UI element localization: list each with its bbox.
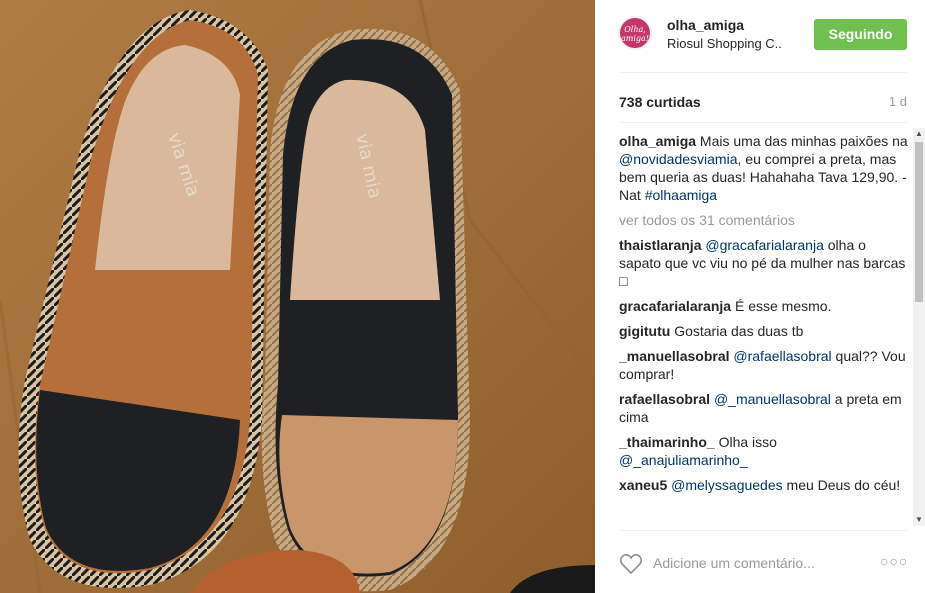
- comment-author[interactable]: _manuellasobral: [619, 348, 730, 364]
- following-button[interactable]: Seguindo: [814, 19, 907, 50]
- comment-text: Olha isso: [714, 434, 777, 450]
- mention-link[interactable]: @rafaellasobral: [733, 348, 831, 364]
- mention-link[interactable]: @_manuellasobral: [714, 391, 831, 407]
- comment-author[interactable]: _thaimarinho_: [619, 434, 715, 450]
- hashtag-link[interactable]: #olhaamiga: [645, 187, 717, 203]
- post-header: Olha, amiga! olha_amiga Riosul Shopping …: [595, 0, 925, 72]
- list-item: _thaimarinho_ Olha isso @_anajuliamarinh…: [619, 433, 909, 469]
- list-item: gracafarialaranja É esse mesmo.: [619, 297, 909, 315]
- mention-link[interactable]: @novidadesviamia: [619, 151, 738, 167]
- comment-input[interactable]: [653, 553, 873, 573]
- view-all-comments-link[interactable]: ver todos os 31 comentários: [619, 211, 909, 229]
- avatar[interactable]: Olha, amiga!: [618, 16, 652, 50]
- comment-author[interactable]: gigitutu: [619, 323, 670, 339]
- list-item: rafaellasobral @_manuellasobral a preta …: [619, 390, 909, 426]
- header-divider: [619, 72, 907, 73]
- list-item: xaneu5 @melyssaguedes meu Deus do céu!: [619, 476, 909, 494]
- stats-divider: [619, 122, 907, 123]
- post-photo[interactable]: via mia via mia: [0, 0, 595, 593]
- comment-footer: ○○○: [595, 545, 925, 585]
- list-item: _manuellasobral @rafaellasobral qual?? V…: [619, 347, 909, 383]
- scroll-up-arrow-icon[interactable]: ▲: [913, 128, 925, 140]
- footer-divider: [619, 530, 907, 531]
- post-side-panel: Olha, amiga! olha_amiga Riosul Shopping …: [595, 0, 925, 593]
- mention-link[interactable]: @melyssaguedes: [671, 477, 783, 493]
- heart-icon[interactable]: [619, 553, 643, 575]
- comments-scrollbar[interactable]: ▲ ▼: [913, 128, 925, 526]
- post-time[interactable]: 1 d: [889, 94, 907, 109]
- list-item: gigitutu Gostaria das duas tb: [619, 322, 909, 340]
- list-item: thaistlaranja @gracafarialaranja olha o …: [619, 236, 909, 290]
- comment-author[interactable]: rafaellasobral: [619, 391, 710, 407]
- right-shoe: via mia: [261, 28, 470, 592]
- mention-link[interactable]: @_anajuliamarinho_: [619, 452, 748, 468]
- caption-text: Mais uma das minhas paixões na: [696, 133, 908, 149]
- likes-count[interactable]: 738 curtidas: [619, 94, 701, 110]
- shoes-photo-illustration: via mia via mia: [0, 0, 595, 593]
- comment-text: meu Deus do céu!: [782, 477, 901, 493]
- comment-text: Gostaria das duas tb: [670, 323, 804, 339]
- scrollbar-thumb[interactable]: [915, 142, 923, 302]
- scroll-down-arrow-icon[interactable]: ▼: [913, 514, 925, 526]
- comment-text: É esse mesmo.: [731, 298, 832, 314]
- comment-author[interactable]: gracafarialaranja: [619, 298, 731, 314]
- caption: olha_amiga Mais uma das minhas paixões n…: [619, 132, 909, 204]
- comment-author[interactable]: xaneu5: [619, 477, 667, 493]
- comments-list: olha_amiga Mais uma das minhas paixões n…: [619, 132, 909, 528]
- post-stats: 738 curtidas 1 d: [619, 94, 907, 112]
- mention-link[interactable]: @gracafarialaranja: [705, 237, 824, 253]
- location-link[interactable]: Riosul Shopping C..: [667, 36, 782, 51]
- comment-author[interactable]: thaistlaranja: [619, 237, 701, 253]
- username-link[interactable]: olha_amiga: [667, 17, 744, 33]
- comment-author[interactable]: olha_amiga: [619, 133, 696, 149]
- more-options-icon[interactable]: ○○○: [880, 553, 908, 569]
